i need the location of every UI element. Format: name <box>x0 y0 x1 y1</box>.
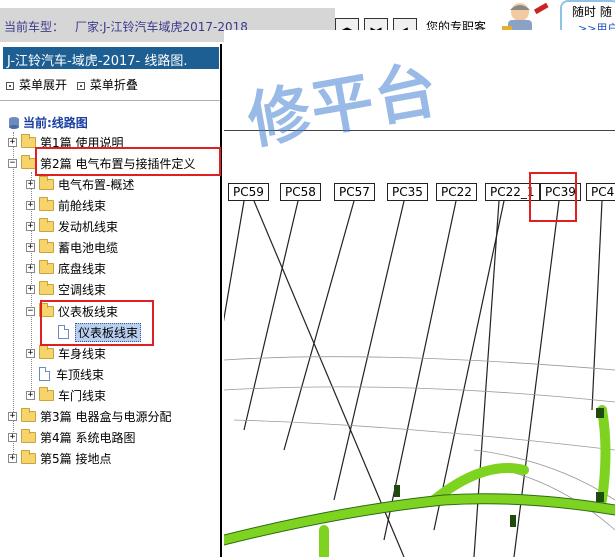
folder-icon <box>39 196 54 211</box>
vehicle-label: 当前车型： <box>4 20 65 34</box>
tree-item[interactable]: + 电气布置-概述 <box>26 174 134 194</box>
collapse-icon[interactable]: − <box>8 158 17 168</box>
collapse-square-icon <box>76 81 85 90</box>
tree-chapter-4[interactable]: + 第4篇 系统电路图 <box>8 427 135 447</box>
connector-label[interactable]: PC35 <box>387 183 428 201</box>
expand-icon[interactable]: + <box>26 221 35 231</box>
folder-icon <box>39 259 54 274</box>
highlight-box <box>529 172 577 222</box>
document-icon <box>39 367 50 381</box>
expand-icon[interactable]: + <box>26 263 35 273</box>
tree-item[interactable]: + 底盘线束 <box>26 258 106 278</box>
expand-icon[interactable]: + <box>8 453 17 463</box>
tree-chapter-5[interactable]: + 第5篇 接地点 <box>8 448 111 468</box>
expand-icon[interactable]: + <box>26 242 35 252</box>
menu-collapse-button[interactable]: 菜单折叠 <box>76 78 138 92</box>
expand-icon[interactable]: + <box>26 390 35 400</box>
folder-icon <box>21 449 36 464</box>
expand-icon[interactable]: + <box>8 411 17 421</box>
folder-icon <box>21 428 36 443</box>
help-text: 随时 随 <box>572 5 612 19</box>
tree-item[interactable]: + 发动机线束 <box>26 216 118 236</box>
tree-item[interactable]: + 车身线束 <box>26 343 106 363</box>
tree-item[interactable]: + 蓄电池电缆 <box>26 237 118 257</box>
vehicle-value: 厂家:J-江铃汽车域虎2017-2018 <box>75 20 248 34</box>
left-panel: J-江铃汽车-域虎-2017- 线路图. 菜单展开 菜单折叠 当前:线路图 + … <box>0 44 222 557</box>
menu-expand-button[interactable]: 菜单展开 <box>6 78 67 92</box>
folder-icon <box>39 386 54 401</box>
expand-icon[interactable]: + <box>8 137 17 147</box>
connector-label[interactable]: PC22 <box>436 183 477 201</box>
expand-icon[interactable]: + <box>8 432 17 442</box>
folder-icon <box>39 175 54 190</box>
connector-label[interactable]: PC59 <box>228 183 269 201</box>
connector-label[interactable]: PC41 <box>586 183 615 201</box>
database-icon <box>9 117 19 129</box>
expand-icon[interactable]: + <box>26 348 35 358</box>
folder-open-icon <box>21 154 36 169</box>
highlight-box <box>35 147 221 176</box>
tree-chapter-3[interactable]: + 第3篇 电器盒与电源分配 <box>8 406 171 426</box>
tree-doc[interactable]: 车顶线束 <box>39 364 104 384</box>
current-node[interactable]: 当前:线路图 <box>8 114 88 131</box>
divider <box>0 100 220 101</box>
folder-icon <box>21 407 36 422</box>
folder-icon <box>39 217 54 232</box>
expand-icon[interactable]: + <box>26 284 35 294</box>
connector-label[interactable]: PC58 <box>280 183 321 201</box>
tree-item[interactable]: + 空调线束 <box>26 279 106 299</box>
panel-title: J-江铃汽车-域虎-2017- 线路图. <box>3 47 219 69</box>
expand-icon[interactable]: + <box>26 179 35 189</box>
folder-icon <box>39 344 54 359</box>
tree-item[interactable]: + 车门线束 <box>26 385 106 405</box>
folder-icon <box>39 238 54 253</box>
tree-item[interactable]: + 前舱线束 <box>26 195 106 215</box>
collapse-icon[interactable]: − <box>26 306 35 316</box>
expand-icon[interactable]: + <box>26 200 35 210</box>
folder-icon <box>21 133 36 148</box>
folder-icon <box>39 280 54 295</box>
connector-label[interactable]: PC57 <box>334 183 375 201</box>
highlight-box <box>40 300 154 346</box>
expand-square-icon <box>6 81 14 90</box>
menu-row: 菜单展开 菜单折叠 <box>6 76 144 93</box>
